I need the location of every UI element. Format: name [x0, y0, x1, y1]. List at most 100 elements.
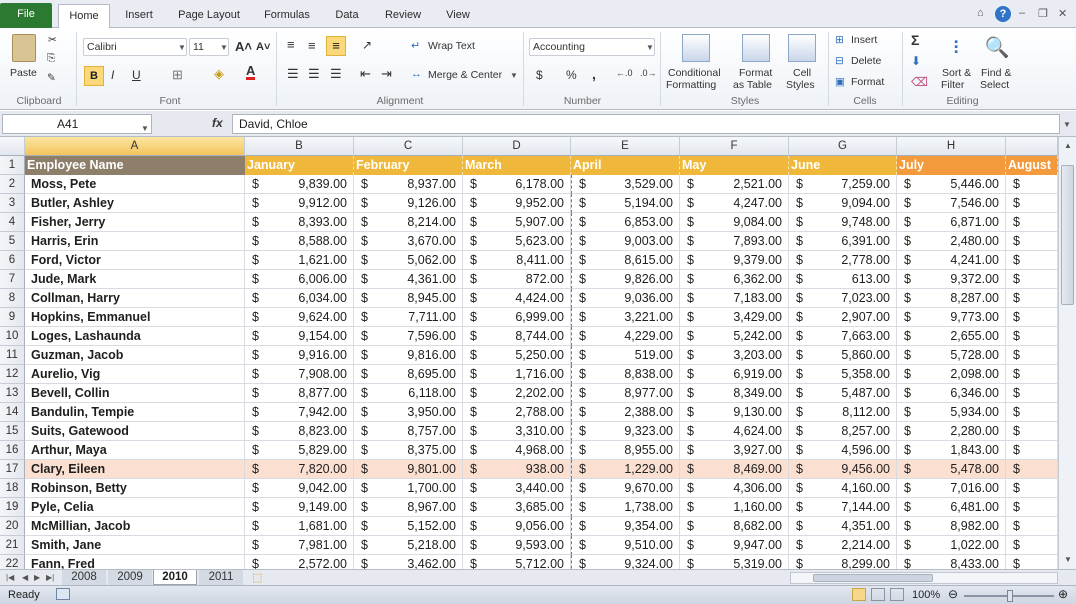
table-cell-amount[interactable]: $8,682.00 [680, 517, 789, 536]
table-cell-amount[interactable]: $5,319.00 [680, 555, 789, 569]
table-cell-amount[interactable]: $5,218.00 [354, 536, 463, 555]
table-cell-amount[interactable]: $9,084.00 [680, 213, 789, 232]
table-cell-amount[interactable]: $6,346.00 [897, 384, 1006, 403]
row-header[interactable]: 14 [0, 403, 25, 422]
header-cell-month[interactable]: May [680, 156, 789, 175]
column-header[interactable]: A [25, 137, 245, 156]
sheet-tab-2009[interactable]: 2009 [108, 570, 152, 585]
table-cell-amount[interactable]: $1,621.00 [245, 251, 354, 270]
table-cell-amount[interactable]: $7,023.00 [789, 289, 897, 308]
table-cell-amount[interactable]: $2,214.00 [789, 536, 897, 555]
table-cell-name[interactable]: Collman, Harry [25, 289, 245, 308]
window-minimize-icon[interactable]: – [1019, 7, 1025, 19]
table-cell-amount[interactable]: $5,829.00 [245, 441, 354, 460]
tab-data[interactable]: Data [327, 4, 367, 28]
table-cell-name[interactable]: Robinson, Betty [25, 479, 245, 498]
table-cell-amount[interactable]: $8,877.00 [245, 384, 354, 403]
table-cell-amount[interactable]: $4,160.00 [789, 479, 897, 498]
table-cell-amount[interactable]: $8,967.00 [354, 498, 463, 517]
table-cell-amount[interactable]: $9,042.00 [245, 479, 354, 498]
table-cell-amount[interactable]: $1,022.00 [897, 536, 1006, 555]
select-all-corner[interactable] [0, 137, 25, 156]
normal-view-icon[interactable] [852, 588, 866, 601]
cut-icon[interactable]: ✂ [48, 34, 57, 46]
table-cell-amount[interactable]: $7,016.00 [897, 479, 1006, 498]
last-sheet-icon[interactable]: ▶| [46, 573, 54, 582]
column-header[interactable]: B [245, 137, 354, 156]
table-cell-amount[interactable]: $3,310.00 [463, 422, 571, 441]
zoom-slider[interactable] [964, 590, 1054, 602]
table-cell-amount[interactable]: $5,728.00 [897, 346, 1006, 365]
table-cell-amount[interactable]: $5,062.00 [354, 251, 463, 270]
table-cell-amount[interactable]: $9,130.00 [680, 403, 789, 422]
table-cell-amount[interactable]: $3,927.00 [680, 441, 789, 460]
header-cell-month[interactable]: April [571, 156, 680, 175]
table-cell-amount[interactable]: $9,748.00 [789, 213, 897, 232]
table-cell-amount[interactable]: $ [1006, 194, 1058, 213]
table-cell-amount[interactable]: $3,221.00 [571, 308, 680, 327]
table-cell-amount[interactable]: $ [1006, 422, 1058, 441]
worksheet-grid[interactable]: A B C D E F G H 1 Employee Name January February Mar… [0, 137, 1058, 569]
table-cell-amount[interactable]: $938.00 [463, 460, 571, 479]
table-cell-amount[interactable]: $9,510.00 [571, 536, 680, 555]
chevron-down-icon[interactable]: ▼ [141, 120, 149, 138]
cell-styles-label-2[interactable]: Styles [786, 79, 815, 91]
table-cell-name[interactable]: Bevell, Collin [25, 384, 245, 403]
scroll-down-icon[interactable]: ▼ [1064, 555, 1072, 564]
column-header[interactable]: E [571, 137, 680, 156]
table-cell-amount[interactable]: $3,670.00 [354, 232, 463, 251]
sheet-tab-2011[interactable]: 2011 [199, 570, 243, 585]
horizontal-scroll-thumb[interactable] [813, 574, 933, 582]
tab-view[interactable]: View [438, 4, 478, 28]
table-cell-amount[interactable]: $8,433.00 [897, 555, 1006, 569]
conditional-formatting-label-1[interactable]: Conditional [668, 67, 721, 79]
next-sheet-icon[interactable]: ▶ [34, 573, 40, 582]
table-cell-amount[interactable]: $1,229.00 [571, 460, 680, 479]
insert-function-button[interactable]: fx [212, 116, 223, 130]
table-cell-amount[interactable]: $ [1006, 346, 1058, 365]
orientation-icon[interactable]: ↗ [362, 38, 372, 52]
table-cell-amount[interactable]: $8,257.00 [789, 422, 897, 441]
table-cell-amount[interactable]: $519.00 [571, 346, 680, 365]
header-cell-month[interactable]: February [354, 156, 463, 175]
table-cell-amount[interactable]: $4,351.00 [789, 517, 897, 536]
table-cell-amount[interactable]: $9,839.00 [245, 175, 354, 194]
table-cell-amount[interactable]: $1,716.00 [463, 365, 571, 384]
table-cell-name[interactable]: Guzman, Jacob [25, 346, 245, 365]
paste-icon[interactable] [12, 34, 36, 62]
zoom-level[interactable]: 100% [912, 589, 940, 601]
vertical-scrollbar[interactable]: ▲ ▼ [1058, 137, 1076, 569]
table-cell-amount[interactable]: $ [1006, 270, 1058, 289]
table-cell-amount[interactable]: $ [1006, 498, 1058, 517]
table-cell-amount[interactable]: $8,349.00 [680, 384, 789, 403]
table-cell-amount[interactable]: $9,826.00 [571, 270, 680, 289]
scroll-thumb[interactable] [1061, 165, 1074, 305]
table-cell-amount[interactable]: $5,194.00 [571, 194, 680, 213]
table-cell-amount[interactable]: $6,034.00 [245, 289, 354, 308]
table-cell-amount[interactable]: $1,700.00 [354, 479, 463, 498]
table-cell-amount[interactable]: $9,624.00 [245, 308, 354, 327]
increase-indent-icon[interactable]: ⇥ [381, 66, 392, 82]
table-cell-amount[interactable]: $2,572.00 [245, 555, 354, 569]
number-format-select[interactable]: Accounting ▼ [529, 38, 655, 56]
row-header[interactable]: 15 [0, 422, 25, 441]
row-header[interactable]: 13 [0, 384, 25, 403]
row-header[interactable]: 11 [0, 346, 25, 365]
align-right-icon[interactable]: ☰ [330, 66, 342, 82]
table-cell-amount[interactable]: $2,202.00 [463, 384, 571, 403]
table-cell-amount[interactable]: $9,593.00 [463, 536, 571, 555]
table-cell-amount[interactable]: $8,757.00 [354, 422, 463, 441]
table-cell-amount[interactable]: $3,203.00 [680, 346, 789, 365]
table-cell-amount[interactable]: $ [1006, 403, 1058, 422]
fill-color-icon[interactable]: ◈ [214, 66, 224, 82]
table-cell-amount[interactable]: $ [1006, 232, 1058, 251]
paste-button[interactable]: Paste [10, 67, 37, 79]
table-cell-amount[interactable]: $ [1006, 517, 1058, 536]
table-cell-amount[interactable]: $ [1006, 384, 1058, 403]
bold-button[interactable]: B [84, 66, 104, 86]
font-name-select[interactable]: Calibri ▼ [83, 38, 187, 56]
row-header[interactable]: 9 [0, 308, 25, 327]
expand-formula-icon[interactable]: ▼ [1063, 120, 1071, 129]
format-cells-button[interactable]: Format [851, 76, 884, 88]
table-cell-amount[interactable]: $5,623.00 [463, 232, 571, 251]
